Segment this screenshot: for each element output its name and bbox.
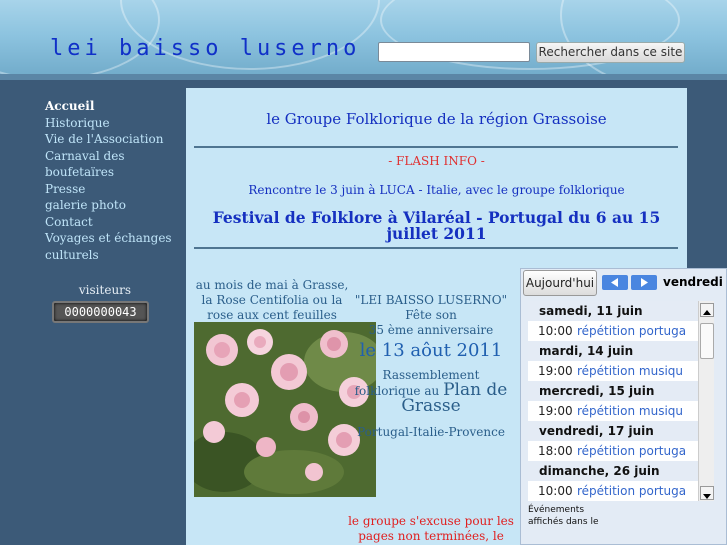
nav-item-accueil[interactable]: Accueil — [45, 98, 180, 115]
agenda-event[interactable]: 19:00 répétition musiqu — [528, 361, 698, 381]
agenda-day: samedi, 11 juin — [528, 301, 698, 321]
header-swirl — [560, 0, 727, 80]
anniversary-years: 35 ème anniversaire — [368, 323, 494, 337]
agenda-day: mardi, 14 juin — [528, 341, 698, 361]
agenda-event[interactable]: 10:00 répétition portuga — [528, 321, 698, 341]
rose-photo — [194, 322, 376, 497]
arrow-right-icon — [641, 278, 648, 287]
divider — [194, 247, 678, 249]
anniversary-block: "LEI BAISSO LUSERNO" Fête son 35 ème ann… — [351, 293, 511, 440]
festival-heading: Festival de Folklore à Vilaréal - Portug… — [212, 208, 661, 243]
agenda-list: samedi, 11 juin 10:00 répétition portuga … — [528, 301, 698, 501]
divider — [194, 146, 678, 148]
agenda-event[interactable]: 10:00 répétition portuga — [528, 481, 698, 501]
event-time: 19:00 — [538, 404, 573, 418]
site-title[interactable]: lei baisso luserno — [50, 36, 360, 61]
scroll-down-button[interactable] — [700, 486, 714, 500]
nav-item-voyages[interactable]: Voyages et échanges culturels — [45, 230, 180, 263]
nav-item-presse[interactable]: Presse — [45, 181, 180, 198]
agenda-scrollbar[interactable] — [698, 301, 714, 501]
scroll-up-button[interactable] — [700, 303, 714, 317]
event-time: 10:00 — [538, 484, 573, 498]
event-title[interactable]: répétition portuga — [577, 324, 686, 338]
anniversary-name: "LEI BAISSO LUSERNO" — [354, 293, 508, 307]
page-title: le Groupe Folklorique de la région Grass… — [266, 110, 607, 128]
event-time: 10:00 — [538, 324, 573, 338]
event-time: 18:00 — [538, 444, 573, 458]
search-button[interactable]: Rechercher dans ce site — [536, 42, 685, 63]
anniversary-date: le 13 aôut 2011 — [359, 340, 503, 361]
next-button[interactable] — [631, 275, 657, 290]
countries-text: Portugal-Italie-Provence — [357, 425, 505, 439]
agenda-day: dimanche, 26 juin — [528, 461, 698, 481]
nav-item-vie-association[interactable]: Vie de l'Association — [45, 131, 180, 148]
visitors-label: visiteurs — [78, 283, 132, 297]
scroll-thumb[interactable] — [700, 323, 714, 359]
nav-item-galerie-photo[interactable]: galerie photo — [45, 197, 180, 214]
anniversary-fete: Fête son — [405, 308, 457, 322]
arrow-left-icon — [611, 278, 618, 287]
event-title[interactable]: répétition musiqu — [577, 364, 683, 378]
agenda-day: vendredi, 17 juin — [528, 421, 698, 441]
rassemblement-text: Rassemblement folklorique au Plan de Gra… — [351, 368, 511, 415]
visitor-counter: 0000000043 — [52, 301, 149, 323]
flash-info: - FLASH INFO - — [388, 154, 485, 168]
today-button[interactable]: Aujourd'hui — [523, 270, 597, 296]
rose-caption: au mois de mai à Grasse, la Rose Centifo… — [195, 278, 349, 322]
caret-up-icon — [703, 310, 711, 315]
header-band — [0, 74, 727, 80]
agenda-event[interactable]: 19:00 répétition musiqu — [528, 401, 698, 421]
event-title[interactable]: répétition portuga — [577, 444, 686, 458]
current-date: vendredi — [663, 275, 723, 289]
calendar-widget: Aujourd'hui vendredi samedi, 11 juin 10:… — [520, 268, 727, 545]
side-nav: Accueil Historique Vie de l'Association … — [45, 98, 180, 263]
event-title[interactable]: répétition musiqu — [577, 404, 683, 418]
rencontre-text: Rencontre le 3 juin à LUCA - Italie, ave… — [248, 183, 625, 197]
agenda-event[interactable]: 18:00 répétition portuga — [528, 441, 698, 461]
caret-down-icon — [703, 494, 711, 499]
nav-item-carnaval[interactable]: Carnaval des boufetaïres — [45, 148, 180, 181]
event-title[interactable]: répétition portuga — [577, 484, 686, 498]
prev-button[interactable] — [602, 275, 628, 290]
excuse-note: le groupe s'excuse pour les pages non te… — [348, 514, 514, 545]
nav-item-contact[interactable]: Contact — [45, 214, 180, 231]
agenda-day: mercredi, 15 juin — [528, 381, 698, 401]
search-input[interactable] — [378, 42, 530, 62]
nav-item-historique[interactable]: Historique — [45, 115, 180, 132]
event-time: 19:00 — [538, 364, 573, 378]
calendar-footer: Événements affichés dans le — [528, 505, 599, 527]
